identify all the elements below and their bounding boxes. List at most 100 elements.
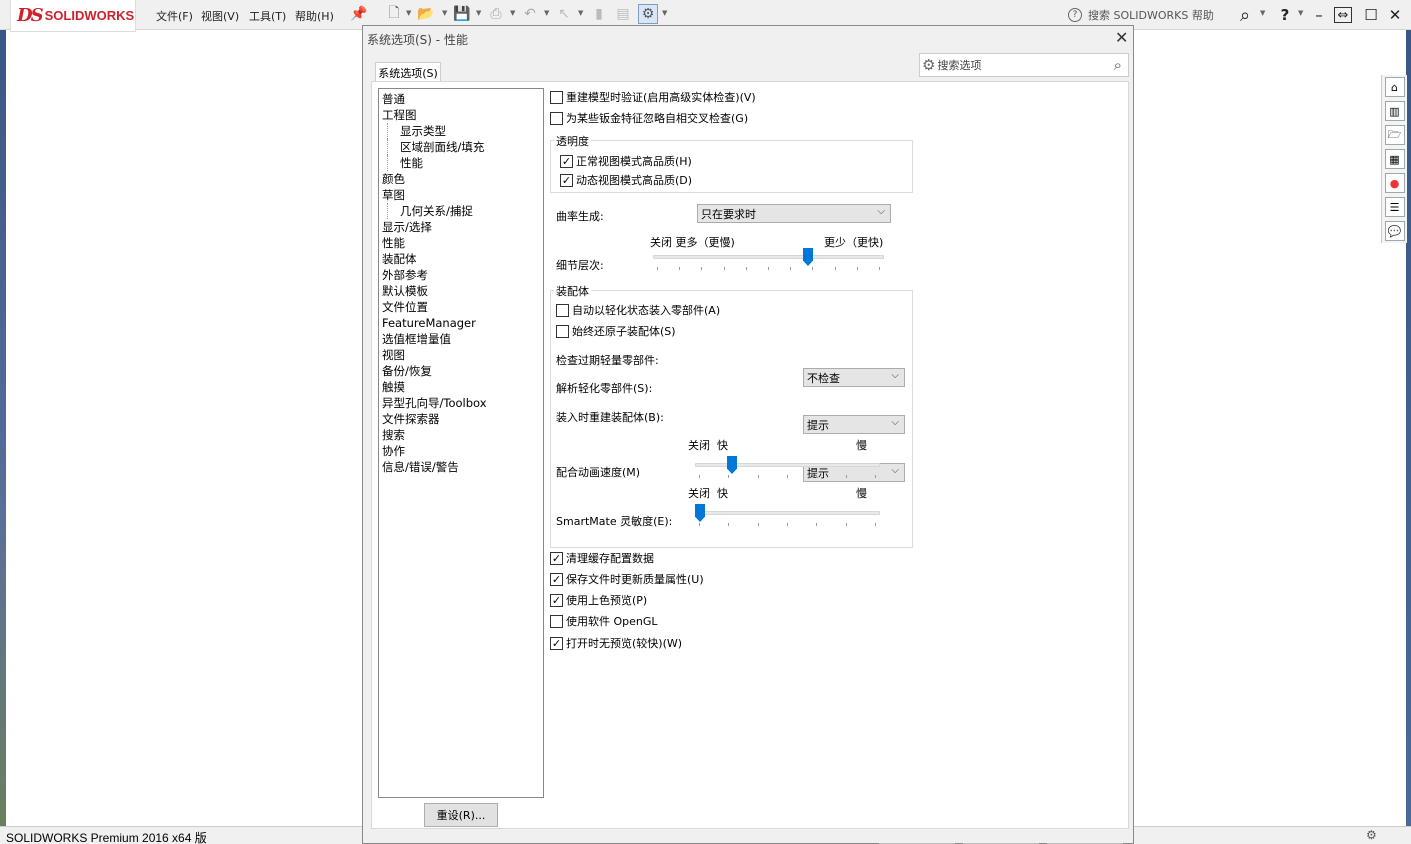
smartmate-slider[interactable]: [695, 504, 880, 530]
software-opengl-checkbox[interactable]: [550, 614, 563, 628]
software-opengl-option[interactable]: 使用软件 OpenGL: [550, 613, 658, 629]
slider-thumb[interactable]: [803, 248, 813, 266]
home-icon[interactable]: ⌂: [1384, 77, 1405, 97]
save-icon[interactable]: 💾: [452, 4, 472, 24]
new-document-icon[interactable]: 🗋: [384, 4, 404, 24]
menu-file[interactable]: 文件(F): [156, 8, 193, 24]
help-search-input[interactable]: 搜索 SOLIDWORKS 帮助: [1088, 7, 1214, 23]
menu-help[interactable]: 帮助(H): [295, 8, 334, 24]
ignore-self-intersect-option[interactable]: 为某些钣金特征忽略自相交叉检查(G): [550, 110, 748, 126]
shaded-preview-checkbox[interactable]: ✓: [550, 593, 563, 607]
rebuild-icon[interactable]: ▮: [589, 4, 609, 24]
pin-icon[interactable]: 📌: [349, 4, 369, 24]
minimize-icon[interactable]: –: [1308, 4, 1330, 26]
forum-icon[interactable]: 💬: [1384, 221, 1405, 241]
chevron-down-icon[interactable]: ▼: [578, 9, 583, 17]
tree-item[interactable]: 协作: [382, 443, 540, 459]
mate-anim-slider[interactable]: [695, 456, 880, 482]
restore-icon[interactable]: ⇔: [1334, 7, 1352, 23]
tree-item[interactable]: FeatureManager: [382, 315, 540, 331]
dynamic-hq-checkbox[interactable]: ✓: [560, 173, 573, 187]
file-properties-icon[interactable]: ▤: [613, 4, 633, 24]
options-gear-icon[interactable]: ⚙: [638, 4, 658, 24]
tree-item[interactable]: 性能: [387, 155, 540, 171]
reset-button[interactable]: 重设(R)...: [424, 803, 498, 827]
slider-thumb[interactable]: [695, 504, 705, 522]
check-outdated-select[interactable]: 不检查 ⌵: [803, 368, 905, 387]
tree-item[interactable]: 异型孔向导/Toolbox: [382, 395, 540, 411]
tree-item[interactable]: 备份/恢复: [382, 363, 540, 379]
design-library-icon[interactable]: ▥: [1384, 101, 1405, 121]
update-mass-checkbox[interactable]: ✓: [550, 572, 563, 586]
verify-rebuild-option[interactable]: 重建模型时验证(启用高级实体检查)(V): [550, 89, 756, 105]
always-resolve-checkbox[interactable]: [556, 324, 569, 338]
options-tree[interactable]: 普通 工程图 显示类型 区域剖面线/填充 性能 颜色 草图 几何关系/捕捉 显示/选择 性能 装配体…: [378, 88, 544, 798]
chevron-down-icon[interactable]: ▼: [544, 9, 549, 17]
tree-item[interactable]: 几何关系/捕捉: [387, 203, 540, 219]
menu-tools[interactable]: 工具(T): [249, 8, 286, 24]
resolve-lightweight-select[interactable]: 提示 ⌵: [803, 415, 905, 434]
tree-item[interactable]: 性能: [382, 235, 540, 251]
chevron-down-icon[interactable]: ▼: [1298, 9, 1303, 17]
tree-item[interactable]: 选值框增量值: [382, 331, 540, 347]
tree-item[interactable]: 触摸: [382, 379, 540, 395]
no-preview-checkbox[interactable]: ✓: [550, 636, 563, 650]
chevron-down-icon[interactable]: ▼: [1260, 9, 1265, 17]
no-preview-option[interactable]: ✓ 打开时无预览(较快)(W): [550, 635, 682, 651]
tree-item[interactable]: 搜索: [382, 427, 540, 443]
purge-cache-checkbox[interactable]: ✓: [550, 551, 563, 565]
auto-lightweight-option[interactable]: 自动以轻化状态装入零部件(A): [556, 302, 720, 318]
auto-lightweight-checkbox[interactable]: [556, 303, 569, 317]
tree-item[interactable]: 默认模板: [382, 283, 540, 299]
purge-cache-option[interactable]: ✓ 清理缓存配置数据: [550, 550, 654, 566]
print-icon[interactable]: ⎙: [486, 4, 506, 24]
verify-rebuild-checkbox[interactable]: [550, 90, 563, 104]
normal-hq-option[interactable]: ✓ 正常视图模式高品质(H): [560, 153, 692, 169]
appearances-icon[interactable]: ●: [1384, 173, 1405, 193]
chevron-down-icon[interactable]: ▼: [406, 9, 411, 17]
view-palette-icon[interactable]: ▦: [1384, 149, 1405, 169]
chevron-down-icon[interactable]: ▼: [510, 9, 515, 17]
tree-item[interactable]: 文件探索器: [382, 411, 540, 427]
tree-item[interactable]: 显示/选择: [382, 219, 540, 235]
tab-system-options[interactable]: 系统选项(S): [375, 62, 441, 82]
always-resolve-option[interactable]: 始终还原子装配体(S): [556, 323, 676, 339]
ignore-self-intersect-checkbox[interactable]: [550, 111, 563, 125]
shaded-preview-option[interactable]: ✓ 使用上色预览(P): [550, 592, 647, 608]
settings-icon[interactable]: ⚙: [1366, 828, 1377, 842]
tree-item[interactable]: 普通: [382, 91, 540, 107]
help-search[interactable]: ? 搜索 SOLIDWORKS 帮助: [1068, 4, 1228, 26]
chevron-down-icon[interactable]: ▼: [662, 9, 667, 17]
tree-item[interactable]: 装配体: [382, 251, 540, 267]
tree-item[interactable]: 颜色: [382, 171, 540, 187]
dialog-close-icon[interactable]: ✕: [1115, 28, 1128, 47]
normal-hq-checkbox[interactable]: ✓: [560, 154, 573, 168]
file-explorer-icon[interactable]: 🗁: [1384, 125, 1405, 145]
search-icon[interactable]: ⌕: [1234, 4, 1256, 26]
menu-view[interactable]: 视图(V): [201, 8, 239, 24]
detail-level-slider[interactable]: [653, 248, 884, 274]
tree-item[interactable]: 区域剖面线/填充: [387, 139, 540, 155]
chevron-down-icon[interactable]: ▼: [476, 9, 481, 17]
custom-properties-icon[interactable]: ☰: [1384, 197, 1405, 217]
close-icon[interactable]: ✕: [1384, 4, 1406, 26]
dynamic-hq-option[interactable]: ✓ 动态视图模式高品质(D): [560, 172, 692, 188]
options-search[interactable]: ⚙ 搜索选项 ⌕: [919, 53, 1129, 77]
options-search-input[interactable]: 搜索选项: [937, 57, 981, 73]
undo-icon[interactable]: ↶: [520, 4, 540, 24]
tree-item[interactable]: 文件位置: [382, 299, 540, 315]
open-folder-icon[interactable]: 📂: [416, 4, 436, 24]
update-mass-option[interactable]: ✓ 保存文件时更新质量属性(U): [550, 571, 704, 587]
help-button[interactable]: ?: [1274, 4, 1296, 26]
curvature-select[interactable]: 只在要求时 ⌵: [697, 204, 891, 223]
maximize-icon[interactable]: ☐: [1360, 4, 1382, 26]
slider-thumb[interactable]: [727, 456, 737, 474]
tree-item[interactable]: 草图: [382, 187, 540, 203]
solidworks-logo[interactable]: DS SOLIDWORKS: [10, 0, 136, 32]
tree-item[interactable]: 信息/错误/警告: [382, 459, 540, 475]
tree-item[interactable]: 显示类型: [387, 123, 540, 139]
tree-item[interactable]: 视图: [382, 347, 540, 363]
tree-item[interactable]: 工程图: [382, 107, 540, 123]
select-cursor-icon[interactable]: ↖: [554, 4, 574, 24]
tree-item[interactable]: 外部参考: [382, 267, 540, 283]
